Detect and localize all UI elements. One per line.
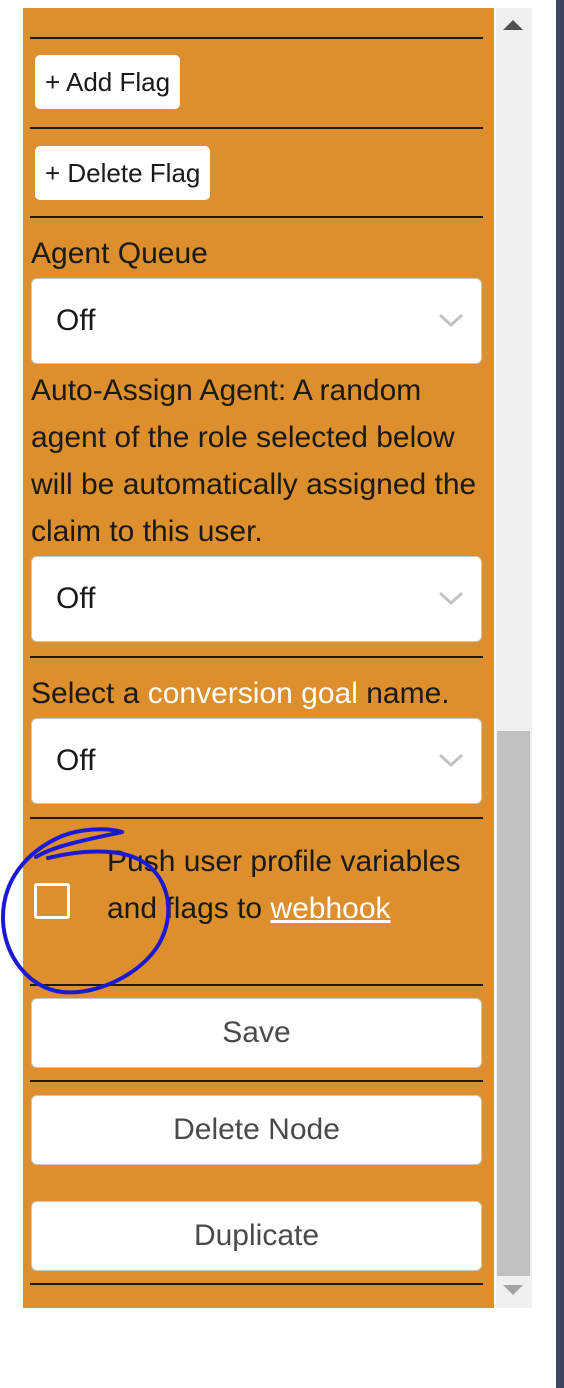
webhook-label: Push user profile variables and flags to… xyxy=(107,838,467,932)
divider xyxy=(30,984,483,986)
vertical-scrollbar[interactable] xyxy=(496,8,532,1308)
agent-queue-label: Agent Queue xyxy=(31,237,208,270)
chevron-down-icon xyxy=(438,591,464,606)
divider xyxy=(30,1080,483,1082)
divider xyxy=(30,127,483,129)
add-flag-button[interactable]: + Add Flag xyxy=(35,55,181,109)
conversion-suffix: name. xyxy=(357,677,450,710)
duplicate-button[interactable]: Duplicate xyxy=(31,1201,482,1271)
delete-node-button[interactable]: Delete Node xyxy=(31,1095,482,1165)
divider xyxy=(30,656,483,658)
chevron-down-icon xyxy=(438,753,464,768)
agent-queue-value: Off xyxy=(56,304,96,337)
scroll-up-icon[interactable] xyxy=(503,20,523,30)
scroll-down-icon[interactable] xyxy=(503,1285,523,1295)
auto-assign-value: Off xyxy=(56,582,96,615)
divider xyxy=(30,817,483,819)
delete-flag-button[interactable]: + Delete Flag xyxy=(35,146,211,200)
save-button[interactable]: Save xyxy=(31,998,482,1068)
conversion-goal-label: Select a conversion goal name. xyxy=(31,670,486,717)
auto-assign-description: Auto-Assign Agent: A random agent of the… xyxy=(31,374,477,548)
agent-queue-select[interactable]: Off xyxy=(31,278,482,364)
conversion-prefix: Select a xyxy=(31,677,148,710)
divider xyxy=(30,1283,483,1285)
chevron-down-icon xyxy=(438,313,464,328)
conversion-goal-highlight: conversion goal xyxy=(147,677,358,710)
conversion-goal-select[interactable]: Off xyxy=(31,718,482,804)
scrollbar-thumb[interactable] xyxy=(497,731,530,1276)
webhook-checkbox[interactable] xyxy=(34,883,70,919)
conversion-goal-value: Off xyxy=(56,744,96,777)
divider xyxy=(30,37,483,39)
webhook-link[interactable]: webhook xyxy=(270,892,390,925)
node-settings-panel: + Add Flag + Delete Flag Agent Queue Off… xyxy=(23,8,494,1308)
auto-assign-select[interactable]: Off xyxy=(31,556,482,642)
window-edge xyxy=(556,0,564,1388)
divider xyxy=(30,216,483,218)
